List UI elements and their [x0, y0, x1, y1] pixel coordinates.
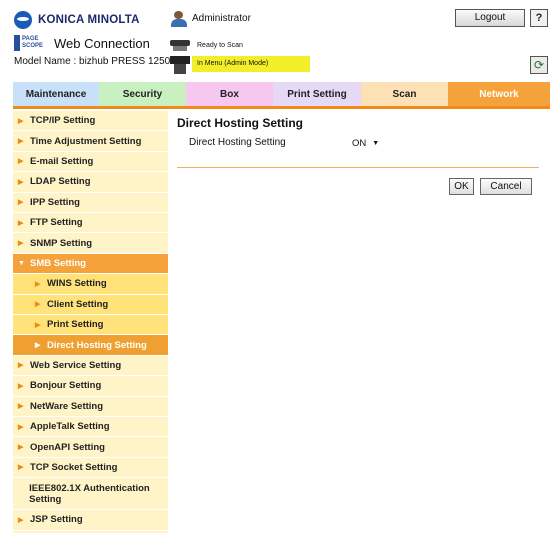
chevron-down-icon: ▼: [372, 140, 380, 147]
sidebar-item-label: LDAP Setting: [30, 176, 91, 188]
sidebar-item-ldap-setting[interactable]: ▶ LDAP Setting: [13, 172, 168, 193]
sidebar-item-label: JSP Setting: [30, 514, 83, 526]
printer-status-icon: [170, 38, 190, 52]
sidebar-item-snmp-setting[interactable]: ▶ SNMP Setting: [13, 233, 168, 254]
triangle-right-icon: ▶: [18, 219, 24, 227]
brand: KONICA MINOLTA: [14, 11, 140, 29]
triangle-right-icon: ▶: [18, 138, 24, 146]
sidebar-item-label: IPP Setting: [30, 196, 80, 208]
refresh-button[interactable]: ⟳: [530, 56, 548, 74]
sidebar-item-smb-setting[interactable]: ▼ SMB Setting: [13, 253, 168, 275]
direct-hosting-value: ON: [352, 138, 367, 149]
user-label: Administrator: [192, 13, 251, 24]
sidebar-item-label: Web Service Setting: [30, 359, 122, 371]
main-tabs: Maintenance Security Box Print Setting Scan N…: [13, 82, 550, 106]
sidebar-item-label: WINS Setting: [47, 278, 107, 290]
tab-security[interactable]: Security: [99, 82, 186, 106]
app-title-row: PAGE SCOPE Web Connection: [14, 35, 150, 51]
sidebar-item-tcp-ip-setting[interactable]: ▶ TCP/IP Setting: [13, 111, 168, 132]
sidebar-item-label: Time Adjustment Setting: [30, 135, 142, 147]
sidebar-item-web-service-setting[interactable]: ▶ Web Service Setting: [13, 356, 168, 377]
sidebar-item-wins-setting[interactable]: ▶ WINS Setting: [13, 274, 168, 295]
sidebar-item-direct-hosting-setting[interactable]: ▶ Direct Hosting Setting: [13, 335, 168, 356]
admin-mode-icon: [170, 56, 190, 74]
sidebar-item-jsp-setting[interactable]: ▶ JSP Setting: [13, 510, 168, 531]
triangle-right-icon: ▶: [18, 240, 24, 248]
sidebar-item-label: Print Setting: [47, 319, 104, 331]
triangle-right-icon: ▶: [35, 280, 41, 288]
triangle-right-icon: ▶: [18, 158, 24, 166]
sidebar-item-label: TCP Socket Setting: [30, 461, 118, 473]
page-title: Direct Hosting Setting: [177, 116, 304, 130]
triangle-right-icon: ▶: [35, 301, 41, 309]
triangle-right-icon: ▶: [35, 342, 41, 350]
mode-status: In Menu (Admin Mode): [192, 56, 310, 72]
sidebar-item-label: FTP Setting: [30, 217, 83, 229]
triangle-down-icon: ▼: [18, 259, 25, 267]
sidebar: ▶ TCP/IP Setting ▶ Time Adjustment Setting ▶…: [13, 111, 168, 533]
triangle-right-icon: ▶: [35, 321, 41, 329]
triangle-right-icon: ▶: [18, 382, 24, 390]
triangle-right-icon: ▶: [18, 403, 24, 411]
triangle-right-icon: ▶: [18, 117, 24, 125]
sidebar-item-label: IEEE802.1X Authentication Setting: [29, 482, 150, 505]
sidebar-item-appletalk-setting[interactable]: ▶ AppleTalk Setting: [13, 417, 168, 438]
sidebar-item-label: SMB Setting: [30, 257, 86, 269]
triangle-right-icon: ▶: [18, 516, 24, 524]
sidebar-item-label: E-mail Setting: [30, 155, 94, 167]
pagescope-logo-icon: PAGE SCOPE: [14, 35, 50, 51]
administrator-icon: [170, 11, 188, 27]
sidebar-item-label: OpenAPI Setting: [30, 441, 105, 453]
model-name: Model Name : bizhub PRESS 1250: [14, 56, 171, 67]
tab-box[interactable]: Box: [186, 82, 273, 106]
sidebar-item-label: Bonjour Setting: [30, 380, 102, 392]
sidebar-item-label: SNMP Setting: [30, 237, 93, 249]
header: KONICA MINOLTA PAGE SCOPE Web Connection…: [0, 0, 556, 80]
triangle-right-icon: ▶: [18, 423, 24, 431]
direct-hosting-label: Direct Hosting Setting: [189, 137, 286, 148]
sidebar-item-label: AppleTalk Setting: [30, 421, 110, 433]
sidebar-item-label: TCP/IP Setting: [30, 115, 96, 127]
sidebar-item-tcp-socket-setting[interactable]: ▶ TCP Socket Setting: [13, 458, 168, 479]
tab-print-setting[interactable]: Print Setting: [273, 82, 361, 106]
sidebar-item-bonjour-setting[interactable]: ▶ Bonjour Setting: [13, 376, 168, 397]
help-button[interactable]: ?: [530, 9, 548, 27]
triangle-right-icon: ▶: [18, 444, 24, 452]
sidebar-item-time-adjustment-setting[interactable]: ▶ Time Adjustment Setting: [13, 131, 168, 152]
tab-divider: [13, 106, 550, 109]
device-status: Ready to Scan: [197, 42, 243, 49]
sidebar-item-openapi-setting[interactable]: ▶ OpenAPI Setting: [13, 437, 168, 458]
sidebar-item-label: NetWare Setting: [30, 400, 104, 412]
tab-network[interactable]: Network: [448, 82, 550, 106]
triangle-right-icon: ▶: [18, 362, 24, 370]
tab-scan[interactable]: Scan: [361, 82, 448, 106]
brand-name: KONICA MINOLTA: [38, 14, 140, 26]
content-divider: [177, 167, 539, 168]
sidebar-item-ftp-setting[interactable]: ▶ FTP Setting: [13, 213, 168, 234]
direct-hosting-select[interactable]: ON ▼: [352, 136, 390, 151]
sidebar-item-e-mail-setting[interactable]: ▶ E-mail Setting: [13, 152, 168, 173]
cancel-button[interactable]: Cancel: [480, 178, 532, 195]
pagescope-logo-text: PAGE SCOPE: [22, 36, 44, 49]
tab-maintenance[interactable]: Maintenance: [13, 82, 99, 106]
konica-minolta-logo-icon: [14, 11, 32, 29]
triangle-right-icon: ▶: [18, 199, 24, 207]
logout-button[interactable]: Logout: [455, 9, 525, 27]
sidebar-item-netware-setting[interactable]: ▶ NetWare Setting: [13, 397, 168, 417]
ok-button[interactable]: OK: [449, 178, 474, 195]
sidebar-item-print-setting[interactable]: ▶ Print Setting: [13, 315, 168, 336]
app-title: Web Connection: [54, 35, 150, 51]
triangle-right-icon: ▶: [18, 464, 24, 472]
sidebar-item-client-setting[interactable]: ▶ Client Setting: [13, 294, 168, 315]
sidebar-item-label: Client Setting: [47, 298, 109, 310]
sidebar-item-ipp-setting[interactable]: ▶ IPP Setting: [13, 193, 168, 213]
sidebar-item-label: Direct Hosting Setting: [47, 339, 147, 351]
sidebar-item-ieee802-1x-authentication-setting[interactable]: ▶IEEE802.1X Authentication Setting: [13, 478, 168, 511]
triangle-right-icon: ▶: [18, 178, 24, 186]
